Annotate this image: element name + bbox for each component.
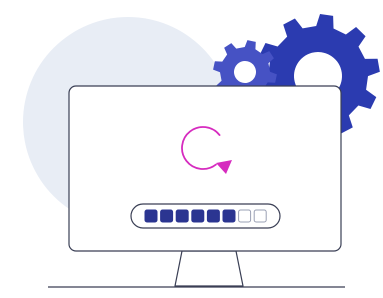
monitor-icon [48, 85, 345, 288]
progress-segment-filled [191, 209, 205, 223]
illustration-canvas [23, 14, 380, 288]
progress-segment-filled [144, 209, 158, 223]
monitor-stand [174, 250, 244, 287]
progress-bar [130, 203, 281, 229]
progress-segment-filled [160, 209, 174, 223]
update-illustration [0, 0, 383, 298]
progress-segment-filled [206, 209, 220, 223]
progress-segment-filled [222, 209, 236, 223]
progress-segment-filled [175, 209, 189, 223]
progress-segment-empty [238, 209, 252, 223]
progress-segment-empty [253, 209, 267, 223]
